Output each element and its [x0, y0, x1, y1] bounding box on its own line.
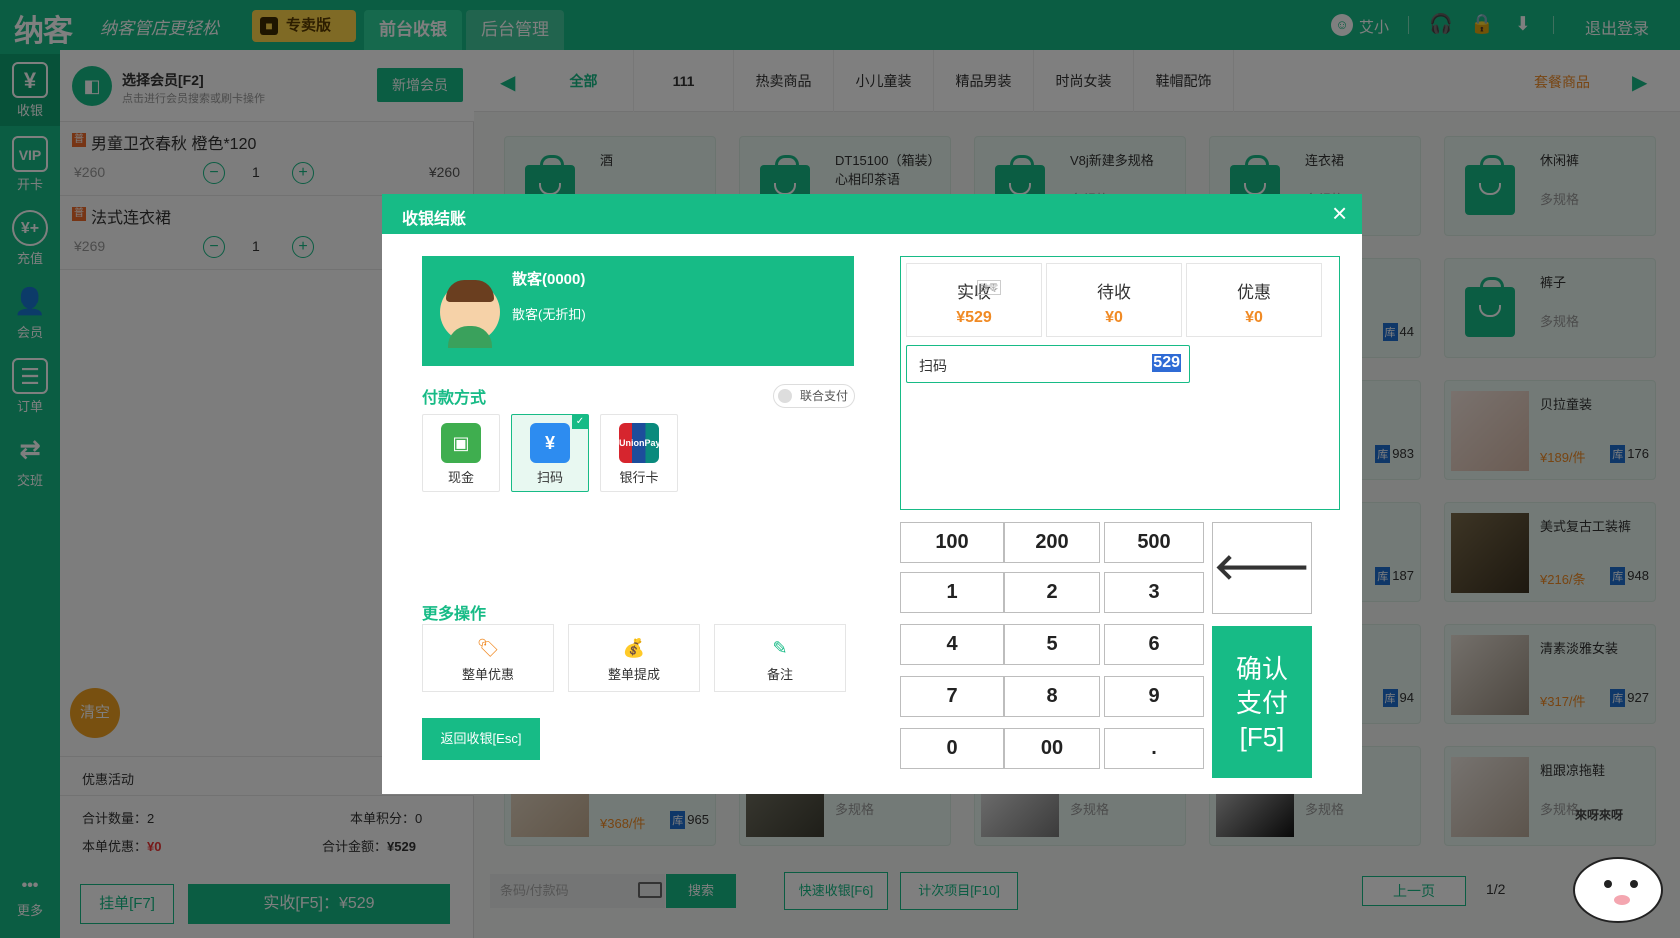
- scan-icon: ¥: [530, 423, 570, 463]
- key-2[interactable]: 2: [1004, 572, 1100, 613]
- more-actions-title: 更多操作: [422, 606, 487, 623]
- payment-method-title: 付款方式: [422, 390, 487, 407]
- money-bag-icon: 💰: [622, 638, 646, 658]
- mascot-text: 來呀來呀: [1575, 808, 1624, 822]
- modal-title: 收银结账: [402, 211, 467, 228]
- key-0[interactable]: 0: [900, 728, 1004, 769]
- amount-discount: 优惠 ¥0: [1186, 263, 1322, 337]
- customer-name: 散客(0000): [512, 271, 586, 288]
- confirm-payment-button[interactable]: 确认 支付 [F5]: [1212, 626, 1312, 778]
- key-500[interactable]: 500: [1104, 522, 1204, 563]
- joint-payment-toggle[interactable]: 联合支付: [773, 384, 855, 408]
- key-100[interactable]: 100: [900, 522, 1004, 563]
- checkout-modal: 收银结账 × 散客(0000) 散客(无折扣) 付款方式 联合支付 ▣ 现金 ¥…: [382, 194, 1362, 794]
- mascot-icon[interactable]: [1548, 808, 1670, 930]
- cash-icon: ▣: [441, 423, 481, 463]
- customer-card: 散客(0000) 散客(无折扣): [422, 256, 854, 366]
- key-5[interactable]: 5: [1004, 624, 1100, 665]
- order-commission-button[interactable]: 💰 整单提成: [568, 624, 700, 692]
- key-decimal[interactable]: .: [1104, 728, 1204, 769]
- scan-amount-value[interactable]: 529: [1152, 354, 1181, 372]
- modal-header: 收银结账 ×: [382, 194, 1362, 234]
- return-cashier-button[interactable]: 返回收银[Esc]: [422, 718, 540, 760]
- key-3[interactable]: 3: [1104, 572, 1204, 613]
- key-6[interactable]: 6: [1104, 624, 1204, 665]
- key-1[interactable]: 1: [900, 572, 1004, 613]
- key-00[interactable]: 00: [1004, 728, 1100, 769]
- wipe-zero-checkbox[interactable]: 抹零: [977, 280, 1002, 295]
- close-icon[interactable]: ×: [1332, 200, 1347, 226]
- order-discount-button[interactable]: 🏷 整单优惠: [422, 624, 554, 692]
- customer-type: 散客(无折扣): [512, 307, 586, 322]
- amount-received: 实收 抹零 ¥529: [906, 263, 1042, 337]
- key-200[interactable]: 200: [1004, 522, 1100, 563]
- key-8[interactable]: 8: [1004, 676, 1100, 717]
- remark-button[interactable]: ✎ 备注: [714, 624, 846, 692]
- pay-method-scan[interactable]: ¥ 扫码: [511, 414, 589, 492]
- key-4[interactable]: 4: [900, 624, 1004, 665]
- edit-note-icon: ✎: [772, 638, 788, 658]
- key-7[interactable]: 7: [900, 676, 1004, 717]
- unionpay-icon: UnionPay: [619, 423, 661, 463]
- tag-icon: 🏷: [476, 638, 500, 658]
- pay-method-bankcard[interactable]: UnionPay 银行卡: [600, 414, 678, 492]
- amount-panel: 实收 抹零 ¥529 待收 ¥0 优惠 ¥0 扫码 529: [900, 256, 1340, 510]
- scan-amount-label: 扫码: [919, 358, 947, 374]
- pay-method-cash[interactable]: ▣ 现金: [422, 414, 500, 492]
- key-9[interactable]: 9: [1104, 676, 1204, 717]
- amount-pending: 待收 ¥0: [1046, 263, 1182, 337]
- customer-avatar-icon: [440, 280, 500, 348]
- backspace-icon[interactable]: 🡐: [1212, 522, 1312, 614]
- scan-amount-input[interactable]: 扫码 529: [906, 345, 1190, 383]
